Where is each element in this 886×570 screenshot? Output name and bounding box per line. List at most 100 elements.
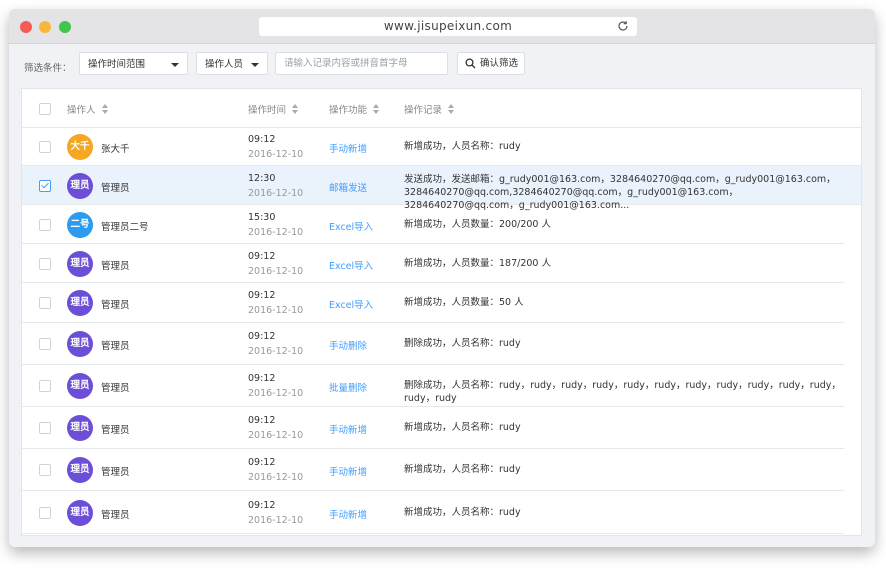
- operation-record: 新增成功，人员数量：50 人: [404, 297, 524, 308]
- header-time[interactable]: 操作时间: [248, 102, 299, 116]
- table-row[interactable]: 理员 管理员 12:30 2016-12-10 邮箱发送 发送成功，发送邮箱：g_rudy…: [22, 166, 861, 211]
- operator-name: 管理员: [101, 300, 130, 311]
- operation-function-link[interactable]: 批量删除: [329, 380, 367, 394]
- browser-window: www.jisupeixun.com 筛选条件： 操作时间范围 操作人员 确认筛…: [9, 9, 875, 547]
- avatar: 理员: [67, 415, 93, 441]
- operation-date: 2016-12-10: [248, 346, 304, 357]
- operation-function-link[interactable]: 手动新增: [329, 507, 367, 521]
- minimize-window-button[interactable]: [39, 21, 51, 33]
- avatar: 理员: [67, 457, 93, 483]
- operation-date: 2016-12-10: [248, 388, 304, 399]
- table-row[interactable]: 理员 管理员 09:12 2016-12-10 Excel导入 新增成功，人员数量：50 …: [22, 283, 844, 323]
- operator-select[interactable]: 操作人员: [196, 52, 268, 75]
- operator-name: 管理员: [101, 425, 130, 436]
- operation-time: 09:12: [248, 373, 276, 384]
- address-bar[interactable]: www.jisupeixun.com: [259, 17, 637, 36]
- operation-date: 2016-12-10: [248, 188, 304, 199]
- operation-record: 新增成功，人员名称：rudy: [404, 422, 521, 433]
- operation-date: 2016-12-10: [248, 515, 304, 526]
- table-row[interactable]: 理员 管理员 09:12 2016-12-10 Excel导入 新增成功，人员数量：187…: [22, 244, 844, 283]
- operation-date: 2016-12-10: [248, 472, 304, 483]
- sort-icon[interactable]: [101, 104, 109, 114]
- operation-time: 09:12: [248, 134, 276, 145]
- confirm-filter-label: 确认筛选: [480, 58, 519, 69]
- row-checkbox[interactable]: [39, 180, 51, 192]
- operation-time: 09:12: [248, 500, 276, 511]
- table-row[interactable]: 理员 管理员 09:12 2016-12-10 手动新增 新增成功，人员名称：rudy: [22, 449, 844, 491]
- avatar: 理员: [67, 331, 93, 357]
- table-row[interactable]: 理员 管理员 09:12 2016-12-10 手动新增 新增成功，人员名称：rudy: [22, 407, 844, 449]
- operator-name: 管理员二号: [101, 222, 149, 233]
- sort-icon[interactable]: [448, 104, 455, 114]
- reload-icon[interactable]: [617, 20, 629, 32]
- operation-date: 2016-12-10: [248, 149, 304, 160]
- header-record[interactable]: 操作记录: [404, 102, 455, 116]
- row-checkbox[interactable]: [39, 422, 51, 434]
- sort-icon[interactable]: [292, 104, 299, 114]
- avatar: 理员: [67, 251, 93, 277]
- caret-down-icon: [251, 63, 259, 67]
- operation-function-link[interactable]: 手动新增: [329, 464, 367, 478]
- close-window-button[interactable]: [20, 21, 32, 33]
- avatar: 理员: [67, 173, 93, 199]
- table-row[interactable]: 二号 管理员二号 15:30 2016-12-10 Excel导入 新增成功，人员数量：2…: [22, 205, 844, 244]
- row-checkbox[interactable]: [39, 141, 51, 153]
- search-input[interactable]: [275, 52, 448, 75]
- operation-record: 删除成功，人员名称：rudy: [404, 338, 521, 349]
- row-checkbox[interactable]: [39, 297, 51, 309]
- operation-function-link[interactable]: 手动新增: [329, 422, 367, 436]
- row-checkbox[interactable]: [39, 380, 51, 392]
- row-checkbox[interactable]: [39, 338, 51, 350]
- row-checkbox[interactable]: [39, 507, 51, 519]
- time-range-select[interactable]: 操作时间范围: [79, 52, 188, 75]
- operation-log-table: 操作人 操作时间 操作功能 操作记录 大千 张大千 09:12 2016-12-10 手…: [21, 88, 862, 536]
- operator-name: 管理员: [101, 183, 130, 194]
- row-checkbox[interactable]: [39, 219, 51, 231]
- operator-name: 张大千: [101, 144, 130, 155]
- header-operator[interactable]: 操作人: [67, 102, 109, 116]
- operation-function-link[interactable]: 手动新增: [329, 141, 367, 155]
- table-row[interactable]: 大千 张大千 09:12 2016-12-10 手动新增 新增成功，人员名称：rudy: [22, 127, 861, 166]
- operation-function-link[interactable]: 手动删除: [329, 338, 367, 352]
- search-icon: [465, 58, 476, 69]
- table-row[interactable]: 理员 管理员 09:12 2016-12-10 批量删除 删除成功，人员名称：rudy，r…: [22, 365, 844, 407]
- table-header: 操作人 操作时间 操作功能 操作记录: [22, 89, 861, 128]
- avatar: 理员: [67, 290, 93, 316]
- select-all-checkbox[interactable]: [39, 103, 51, 115]
- operation-time: 15:30: [248, 212, 276, 223]
- table-row[interactable]: 理员 管理员 09:12 2016-12-10 手动删除 删除成功，人员名称：rudy: [22, 323, 844, 365]
- operation-record: 新增成功，人员数量：200/200 人: [404, 219, 551, 230]
- operation-record: 删除成功，人员名称：rudy，rudy，rudy，rudy，rudy，rudy，…: [404, 380, 841, 404]
- operation-function-link[interactable]: 邮箱发送: [329, 180, 367, 194]
- operation-time: 09:12: [248, 457, 276, 468]
- avatar: 二号: [67, 212, 93, 238]
- operation-function-link[interactable]: Excel导入: [329, 258, 373, 272]
- row-checkbox[interactable]: [39, 464, 51, 476]
- operation-time: 09:12: [248, 415, 276, 426]
- operation-date: 2016-12-10: [248, 305, 304, 316]
- operation-time: 09:12: [248, 251, 276, 262]
- operation-date: 2016-12-10: [248, 227, 304, 238]
- time-range-value: 操作时间范围: [88, 59, 146, 70]
- header-function[interactable]: 操作功能: [329, 102, 380, 116]
- operation-time: 09:12: [248, 290, 276, 301]
- operation-time: 09:12: [248, 331, 276, 342]
- table-row[interactable]: 理员 管理员 09:12 2016-12-10 手动新增 新增成功，人员名称：rudy: [22, 491, 844, 534]
- row-checkbox[interactable]: [39, 258, 51, 270]
- operation-record: 新增成功，人员名称：rudy: [404, 507, 521, 518]
- sort-icon[interactable]: [373, 104, 380, 114]
- operation-record: 新增成功，人员名称：rudy: [404, 141, 521, 152]
- avatar: 大千: [67, 134, 93, 160]
- filter-label: 筛选条件：: [24, 63, 72, 74]
- confirm-filter-button[interactable]: 确认筛选: [457, 52, 525, 75]
- operation-function-link[interactable]: Excel导入: [329, 297, 373, 311]
- title-bar: www.jisupeixun.com: [9, 9, 875, 44]
- operator-name: 管理员: [101, 341, 130, 352]
- operation-time: 12:30: [248, 173, 276, 184]
- avatar: 理员: [67, 373, 93, 399]
- operation-function-link[interactable]: Excel导入: [329, 219, 373, 233]
- url-text: www.jisupeixun.com: [383, 19, 513, 33]
- operation-date: 2016-12-10: [248, 266, 304, 277]
- operator-name: 管理员: [101, 510, 130, 521]
- maximize-window-button[interactable]: [59, 21, 71, 33]
